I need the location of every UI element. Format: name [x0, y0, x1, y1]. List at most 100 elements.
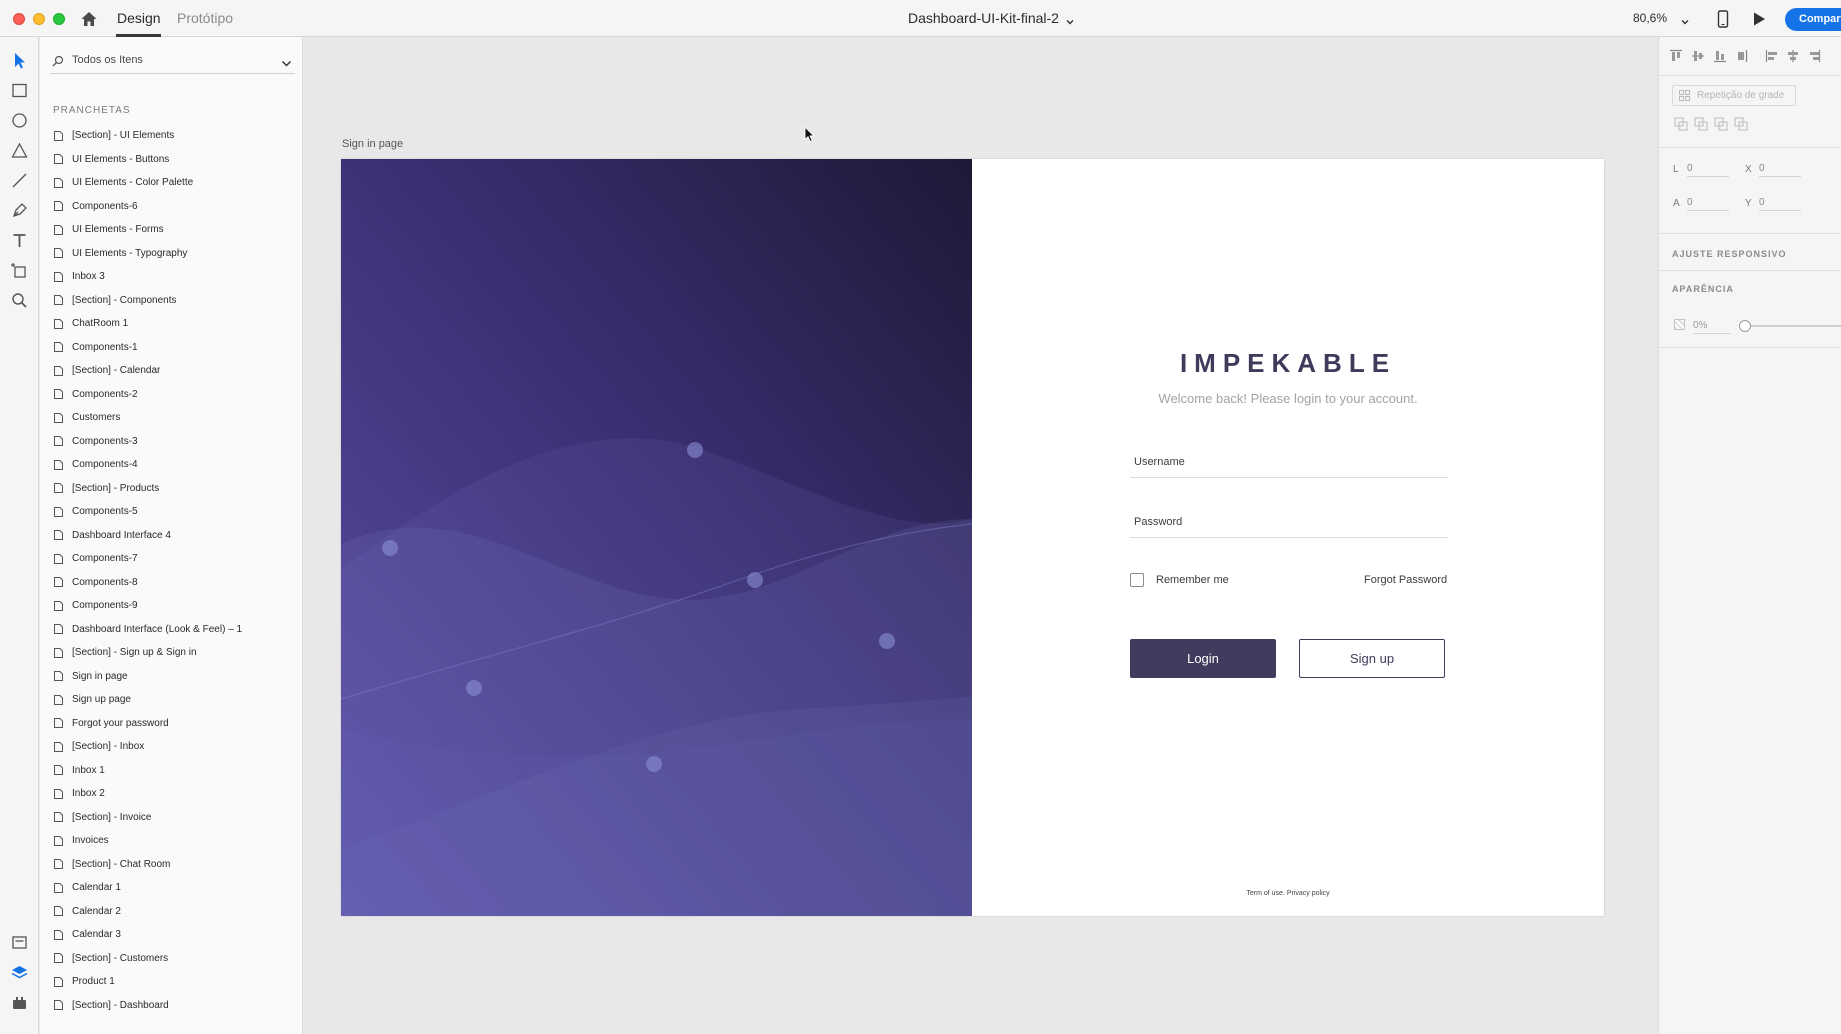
- height-input[interactable]: [1687, 195, 1729, 211]
- forgot-password-link[interactable]: Forgot Password: [1364, 574, 1447, 586]
- layer-item[interactable]: Calendar 3: [54, 923, 294, 947]
- align-center-icon[interactable]: [1786, 49, 1800, 63]
- layer-item[interactable]: [Section] - Components: [54, 289, 294, 313]
- grid-repeat-button[interactable]: Repetição de grade: [1672, 85, 1796, 106]
- add-shape-icon[interactable]: [1674, 117, 1688, 131]
- layer-item[interactable]: UI Elements - Color Palette: [54, 171, 294, 195]
- layer-item[interactable]: Dashboard Interface 4: [54, 524, 294, 548]
- password-input[interactable]: [1130, 510, 1448, 534]
- artboards-heading: PRANCHETAS: [53, 105, 131, 116]
- rectangle-tool-icon[interactable]: [10, 81, 29, 100]
- width-input[interactable]: [1687, 161, 1729, 177]
- opacity-input[interactable]: [1693, 318, 1731, 334]
- close-window-button[interactable]: [13, 13, 25, 25]
- layers-icon[interactable]: [10, 963, 29, 982]
- artboard-icon: [54, 624, 63, 635]
- remember-me-label[interactable]: Remember me: [1156, 574, 1229, 586]
- polygon-tool-icon[interactable]: [10, 141, 29, 160]
- line-tool-icon[interactable]: [10, 171, 29, 190]
- select-tool-icon[interactable]: [10, 51, 29, 70]
- tab-design[interactable]: Design: [117, 10, 161, 26]
- layer-item[interactable]: Customers: [54, 406, 294, 430]
- chevron-down-icon[interactable]: [281, 56, 292, 67]
- align-bottom-icon[interactable]: [1713, 49, 1727, 63]
- share-button[interactable]: Compartilhar: [1785, 8, 1841, 31]
- layer-item[interactable]: [Section] - Chat Room: [54, 853, 294, 877]
- align-right-icon[interactable]: [1807, 49, 1821, 63]
- opacity-slider-handle[interactable]: [1739, 320, 1751, 332]
- home-icon[interactable]: [80, 10, 98, 28]
- minimize-window-button[interactable]: [33, 13, 45, 25]
- layer-item[interactable]: Components-5: [54, 500, 294, 524]
- responsive-resize-heading[interactable]: AJUSTE RESPONSIVO: [1672, 249, 1787, 259]
- layer-item-label: Sign up page: [72, 694, 131, 706]
- layer-item[interactable]: Components-7: [54, 547, 294, 571]
- layer-item[interactable]: Sign in page: [54, 665, 294, 689]
- assets-icon[interactable]: [10, 933, 29, 952]
- layer-item[interactable]: Components-9: [54, 594, 294, 618]
- ellipse-tool-icon[interactable]: [10, 111, 29, 130]
- layer-item[interactable]: UI Elements - Buttons: [54, 148, 294, 172]
- text-tool-icon[interactable]: [10, 231, 29, 250]
- document-title[interactable]: Dashboard-UI-Kit-final-2: [908, 10, 1059, 26]
- tab-prototype[interactable]: Protótipo: [177, 10, 233, 26]
- zoom-level[interactable]: 80,6%: [1633, 11, 1667, 25]
- layer-item[interactable]: Sign up page: [54, 688, 294, 712]
- layer-item[interactable]: [Section] - UI Elements: [54, 124, 294, 148]
- remember-me-checkbox[interactable]: [1130, 573, 1144, 587]
- layer-item[interactable]: Forgot your password: [54, 712, 294, 736]
- align-middle-icon[interactable]: [1691, 49, 1705, 63]
- layer-item[interactable]: [Section] - Inbox: [54, 735, 294, 759]
- chevron-down-icon[interactable]: [1680, 14, 1690, 25]
- sign-in-artboard[interactable]: IMPEKABLE Welcome back! Please login to …: [341, 159, 1604, 916]
- layer-item[interactable]: Inbox 2: [54, 782, 294, 806]
- layer-item[interactable]: Dashboard Interface (Look & Feel) – 1: [54, 618, 294, 642]
- username-input[interactable]: [1130, 450, 1448, 474]
- layer-item[interactable]: UI Elements - Forms: [54, 218, 294, 242]
- layer-item[interactable]: Inbox 1: [54, 759, 294, 783]
- intersect-shape-icon[interactable]: [1714, 117, 1728, 131]
- layer-item[interactable]: Inbox 3: [54, 265, 294, 289]
- layer-item[interactable]: [Section] - Dashboard: [54, 994, 294, 1018]
- mobile-preview-icon[interactable]: [1716, 10, 1730, 28]
- layer-item[interactable]: Calendar 1: [54, 876, 294, 900]
- layer-item[interactable]: Product 1: [54, 970, 294, 994]
- layer-item[interactable]: Components-4: [54, 453, 294, 477]
- terms-link[interactable]: Term of use.: [1246, 890, 1285, 897]
- opacity-slider-track[interactable]: [1742, 325, 1841, 327]
- layer-item[interactable]: [Section] - Sign up & Sign in: [54, 641, 294, 665]
- sign-up-button[interactable]: Sign up: [1299, 639, 1445, 678]
- login-button[interactable]: Login: [1130, 639, 1276, 678]
- chevron-down-icon[interactable]: [1065, 14, 1075, 25]
- maximize-window-button[interactable]: [53, 13, 65, 25]
- play-icon[interactable]: [1751, 11, 1767, 27]
- layer-item[interactable]: Components-8: [54, 571, 294, 595]
- layer-item[interactable]: Components-2: [54, 383, 294, 407]
- layer-item[interactable]: Components-1: [54, 336, 294, 360]
- layer-item[interactable]: Calendar 2: [54, 900, 294, 924]
- layer-item[interactable]: Components-3: [54, 430, 294, 454]
- layer-item[interactable]: ChatRoom 1: [54, 312, 294, 336]
- exclude-shape-icon[interactable]: [1734, 117, 1748, 131]
- layer-item[interactable]: [Section] - Invoice: [54, 806, 294, 830]
- align-left-icon[interactable]: [1765, 49, 1779, 63]
- search-input[interactable]: [72, 51, 262, 69]
- x-input[interactable]: [1759, 161, 1801, 177]
- y-input[interactable]: [1759, 195, 1801, 211]
- layer-item[interactable]: [Section] - Customers: [54, 947, 294, 971]
- layer-item[interactable]: Components-6: [54, 195, 294, 219]
- artboard-label[interactable]: Sign in page: [342, 138, 403, 150]
- layer-item[interactable]: [Section] - Products: [54, 477, 294, 501]
- distribute-icon[interactable]: [1735, 49, 1749, 63]
- plugins-icon[interactable]: [10, 993, 29, 1012]
- subtract-shape-icon[interactable]: [1694, 117, 1708, 131]
- layer-item-label: Product 1: [72, 976, 115, 988]
- artboard-tool-icon[interactable]: [10, 261, 29, 280]
- align-top-icon[interactable]: [1669, 49, 1683, 63]
- pen-tool-icon[interactable]: [10, 201, 29, 220]
- layer-item[interactable]: [Section] - Calendar: [54, 359, 294, 383]
- layer-item[interactable]: UI Elements - Typography: [54, 242, 294, 266]
- zoom-tool-icon[interactable]: [10, 291, 29, 310]
- layer-item[interactable]: Invoices: [54, 829, 294, 853]
- privacy-link[interactable]: Privacy policy: [1287, 890, 1330, 897]
